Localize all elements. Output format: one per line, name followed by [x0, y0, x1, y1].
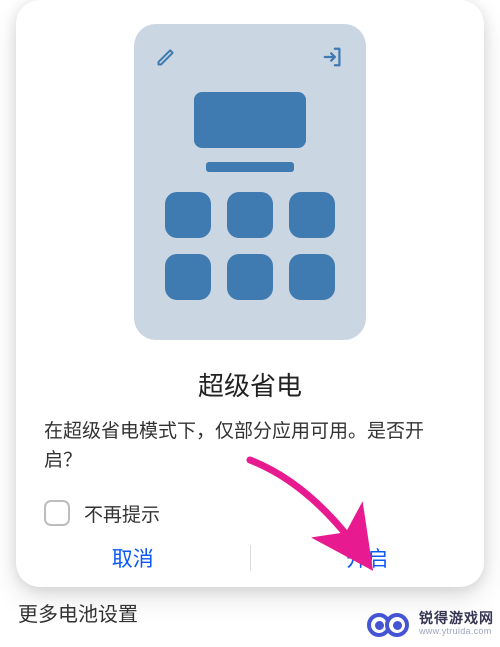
dialog-title: 超级省电 — [16, 366, 484, 403]
more-battery-settings[interactable]: 更多电池设置 — [18, 598, 138, 627]
phone-illustration — [134, 24, 366, 340]
edit-icon — [156, 47, 176, 67]
illustration-app — [227, 254, 273, 300]
illustration-dash — [206, 162, 294, 172]
illustration-app-grid — [156, 192, 344, 300]
illustration-app — [165, 192, 211, 238]
confirm-button[interactable]: 开启 — [251, 527, 485, 589]
ultra-power-saving-dialog: 超级省电 在超级省电模式下，仅部分应用可用。是否开启？ 不再提示 取消 开启 — [16, 0, 484, 587]
dont-show-again-row[interactable]: 不再提示 — [16, 476, 484, 527]
checkbox-icon[interactable] — [44, 500, 70, 526]
watermark-url: www.ytruida.com — [419, 627, 494, 637]
illustration — [16, 24, 484, 340]
cancel-button[interactable]: 取消 — [16, 527, 250, 589]
dialog-description: 在超级省电模式下，仅部分应用可用。是否开启？ — [16, 403, 484, 476]
exit-icon — [322, 46, 344, 68]
watermark-brand: 锐得游戏网 — [419, 611, 494, 626]
illustration-topbar — [156, 46, 344, 68]
checkbox-label: 不再提示 — [84, 500, 160, 527]
watermark-text: 锐得游戏网 www.ytruida.com — [419, 611, 494, 636]
dialog-actions: 取消 开启 — [16, 527, 484, 589]
illustration-app — [165, 254, 211, 300]
watermark-logo-icon — [367, 607, 411, 641]
illustration-widget — [194, 92, 306, 148]
illustration-app — [289, 254, 335, 300]
illustration-app — [289, 192, 335, 238]
illustration-app — [227, 192, 273, 238]
watermark: 锐得游戏网 www.ytruida.com — [367, 607, 494, 641]
